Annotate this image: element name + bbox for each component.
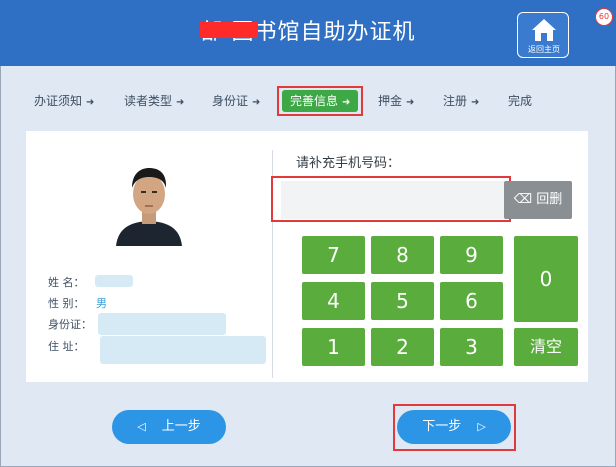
phone-label: 请补充手机号码：	[296, 156, 401, 171]
gender-label: 性 别：	[48, 297, 85, 310]
step-label: 注册	[443, 94, 468, 108]
step-notice: 办证须知 ➜	[34, 86, 94, 116]
prev-step-button[interactable]: ◁ 上一步	[112, 410, 226, 444]
key-2[interactable]: 2	[371, 328, 434, 366]
arrow-left-icon: ◁	[137, 420, 146, 433]
key-3[interactable]: 3	[440, 328, 503, 366]
step-label: 押金	[378, 94, 403, 108]
home-button-label: 返回主页	[528, 45, 560, 54]
home-button[interactable]: 返回主页	[517, 12, 569, 58]
step-reader-type: 读者类型 ➜	[124, 86, 184, 116]
redaction-mark	[200, 22, 258, 38]
id-photo	[112, 158, 186, 246]
key-7[interactable]: 7	[302, 236, 365, 274]
countdown-badge: 60	[595, 8, 613, 26]
redacted-id	[98, 313, 226, 335]
arrow-right-icon: ➜	[471, 97, 480, 108]
arrow-right-icon: ➜	[252, 97, 261, 108]
home-icon	[532, 19, 556, 41]
arrow-right-icon: ➜	[406, 97, 415, 108]
step-id-card: 身份证 ➜	[212, 86, 260, 116]
step-register: 注册 ➜	[443, 86, 479, 116]
arrow-right-icon: ➜	[176, 97, 185, 108]
address-label: 住 址：	[48, 340, 85, 353]
id-label: 身份证：	[48, 318, 92, 331]
prev-step-label: 上一步	[161, 419, 201, 434]
phone-highlight-box	[271, 176, 511, 222]
key-0[interactable]: 0	[514, 236, 578, 322]
gender-value: 男	[96, 297, 107, 310]
step-deposit: 押金 ➜	[378, 86, 414, 116]
clear-button[interactable]: 清空	[514, 328, 578, 366]
key-4[interactable]: 4	[302, 282, 365, 320]
arrow-right-icon: ➜	[86, 97, 95, 108]
backspace-button[interactable]: ⌫ 回删	[504, 181, 572, 219]
next-highlight-box	[393, 404, 516, 451]
step-label: 读者类型	[124, 94, 173, 108]
step-label: 办证须知	[34, 94, 83, 108]
key-5[interactable]: 5	[371, 282, 434, 320]
key-6[interactable]: 6	[440, 282, 503, 320]
step-highlight-box	[277, 86, 363, 116]
redacted-address	[100, 336, 266, 364]
step-label: 完成	[508, 94, 533, 108]
step-done: 完成	[508, 86, 532, 116]
name-label: 姓 名：	[48, 276, 85, 289]
key-9[interactable]: 9	[440, 236, 503, 274]
redacted-name	[95, 275, 133, 287]
step-label: 身份证	[212, 94, 249, 108]
key-1[interactable]: 1	[302, 328, 365, 366]
key-8[interactable]: 8	[371, 236, 434, 274]
